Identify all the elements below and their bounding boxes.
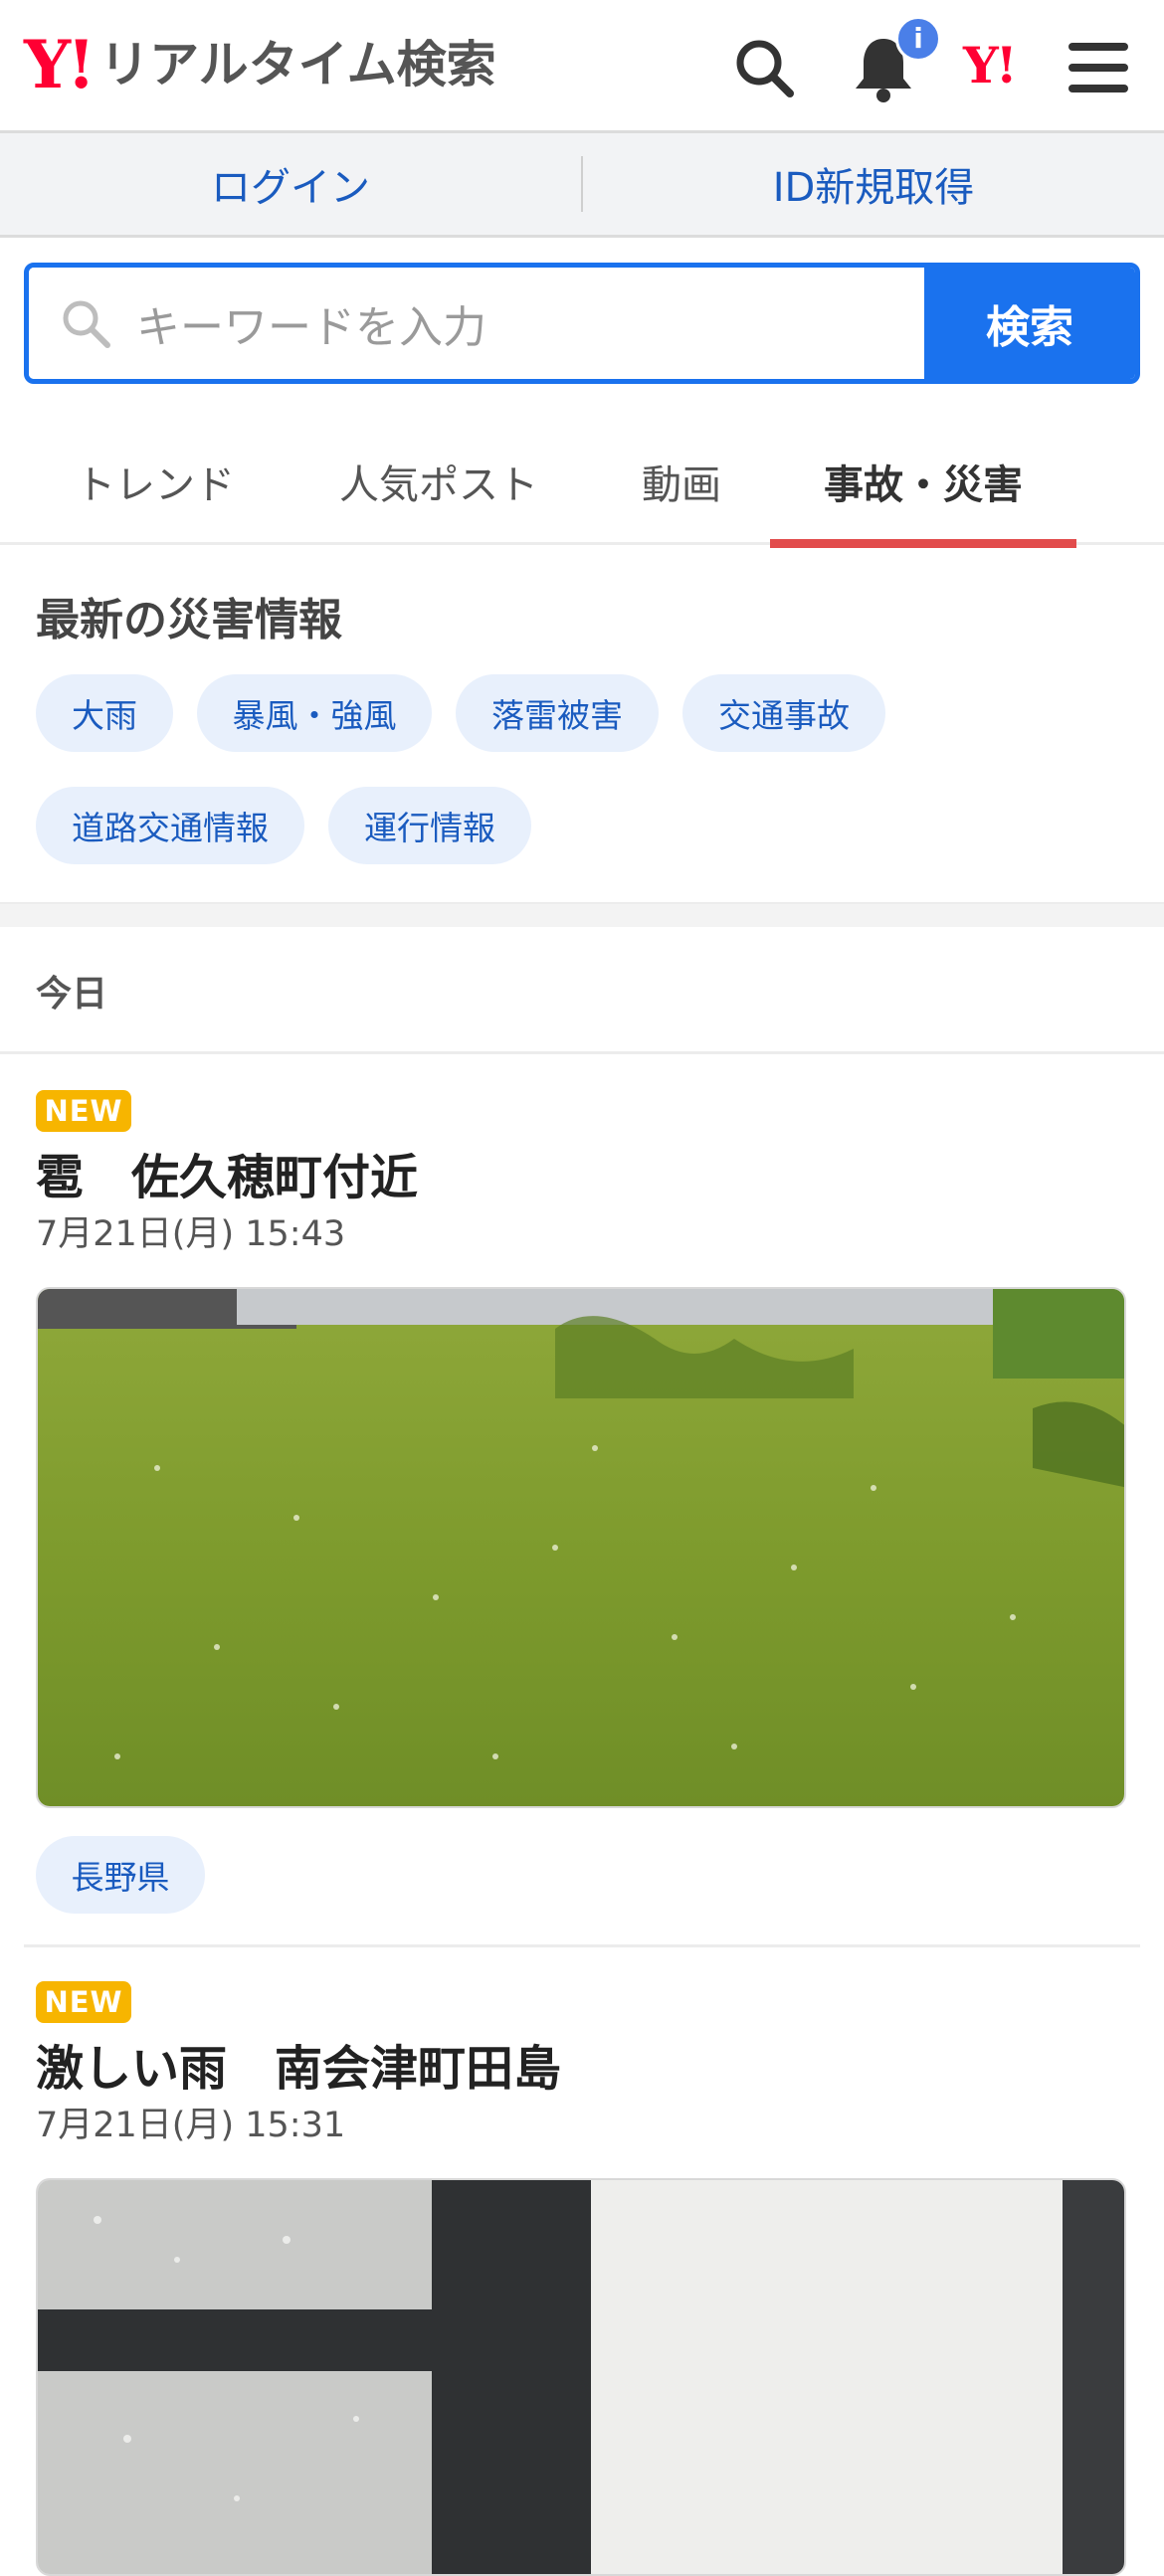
tab-trend[interactable]: トレンド [36, 418, 275, 545]
post-card[interactable]: NEW 雹 佐久穂町付近 7月21日(月) 15:43 長野県 [0, 1054, 1164, 1949]
location-tag[interactable]: 長野県 [36, 1836, 205, 1914]
yahoo-top-link-icon[interactable]: Y! [963, 36, 1018, 94]
register-link[interactable]: ID新規取得 [583, 133, 1164, 235]
chip-heavy-rain[interactable]: 大雨 [36, 674, 173, 752]
menu-icon[interactable] [1059, 28, 1138, 107]
tab-accident-disaster[interactable]: 事故・災害 [770, 418, 1076, 548]
section-title: 最新の災害情報 [36, 595, 342, 645]
category-tabs: トレンド 人気ポスト 動画 事故・災害 [0, 418, 1164, 548]
yahoo-realtime-logo[interactable]: Y! リアルタイム検索 [24, 30, 496, 99]
post-title[interactable]: 雹 佐久穂町付近 [36, 1138, 418, 1207]
post-image[interactable] [36, 2178, 1126, 2576]
chip-strong-wind[interactable]: 暴風・強風 [197, 674, 432, 752]
search-placeholder: キーワードを入力 [136, 302, 486, 353]
app-header: Y! リアルタイム検索 i Y! [0, 0, 1164, 133]
chip-lightning[interactable]: 落雷被害 [456, 674, 659, 752]
yahoo-logo-mark: Y! [24, 26, 96, 103]
search-field-icon [63, 300, 110, 348]
tab-popular-posts[interactable]: 人気ポスト [316, 418, 561, 545]
notification-badge: i [895, 16, 941, 62]
today-label: 今日 [36, 974, 108, 1014]
chip-train-operation[interactable]: 運行情報 [328, 787, 531, 864]
section-gap [0, 902, 1164, 927]
post-title[interactable]: 激しい雨 南会津町田島 [36, 2029, 561, 2099]
search-button[interactable]: 検索 [924, 268, 1135, 379]
new-badge: NEW [36, 1981, 131, 2023]
logo-text: リアルタイム検索 [99, 36, 496, 93]
chip-traffic-accident[interactable]: 交通事故 [682, 674, 885, 752]
search-icon[interactable] [724, 28, 804, 107]
login-link[interactable]: ログイン [0, 133, 581, 235]
post-image[interactable] [36, 1287, 1126, 1808]
new-badge: NEW [36, 1090, 131, 1132]
post-card[interactable]: NEW 激しい雨 南会津町田島 7月21日(月) 15:31 [0, 1947, 1164, 2576]
post-date: 7月21日(月) 15:43 [36, 1214, 346, 1254]
search-input[interactable]: キーワードを入力 [29, 268, 924, 379]
chip-road-traffic[interactable]: 道路交通情報 [36, 787, 304, 864]
account-bar: ログイン ID新規取得 [0, 133, 1164, 238]
tab-video[interactable]: 動画 [607, 418, 756, 545]
date-header: 今日 [0, 927, 1164, 1054]
post-date: 7月21日(月) 15:31 [36, 2106, 346, 2145]
disaster-info-section: 最新の災害情報 大雨 暴風・強風 落雷被害 交通事故 道路交通情報 運行情報 [0, 548, 1164, 902]
search-box: キーワードを入力 検索 [24, 263, 1140, 384]
